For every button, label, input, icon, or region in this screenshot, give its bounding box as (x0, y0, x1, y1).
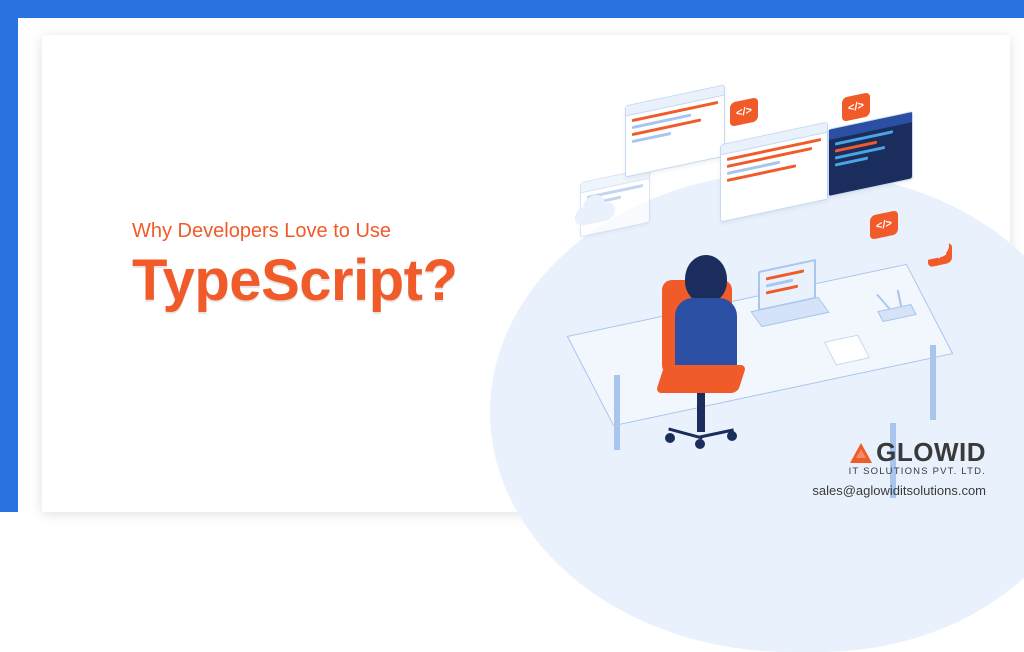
code-window-1 (625, 84, 725, 177)
code-badge-icon: </> (870, 210, 898, 240)
code-window-2 (720, 122, 828, 223)
content-card: Why Developers Love to Use TypeScript? (42, 35, 1010, 512)
branding-block: GLOWID IT SOLUTIONS PVT. LTD. sales@aglo… (812, 437, 986, 498)
company-logo: GLOWID (812, 437, 986, 468)
hero-title: TypeScript? (132, 247, 457, 314)
hero-text: Why Developers Love to Use TypeScript? (132, 220, 457, 314)
laptop (758, 265, 826, 323)
logo-name: GLOWID (876, 437, 986, 468)
code-badge-icon: </> (730, 97, 758, 127)
chair-base (665, 427, 737, 445)
code-window-dark (828, 111, 913, 197)
hero-subtitle: Why Developers Love to Use (132, 220, 457, 243)
chair-seat (655, 365, 746, 393)
desk-leg (930, 345, 936, 420)
developer-illustration: </> </> </> </> (530, 85, 950, 465)
desk-leg (614, 375, 620, 450)
logo-triangle-icon (850, 443, 872, 463)
contact-email: sales@aglowiditsolutions.com (812, 483, 986, 498)
code-badge-icon: </> (842, 92, 870, 122)
developer-person (685, 255, 747, 381)
chair-pole (697, 390, 705, 432)
logo-tagline: IT SOLUTIONS PVT. LTD. (812, 466, 986, 477)
